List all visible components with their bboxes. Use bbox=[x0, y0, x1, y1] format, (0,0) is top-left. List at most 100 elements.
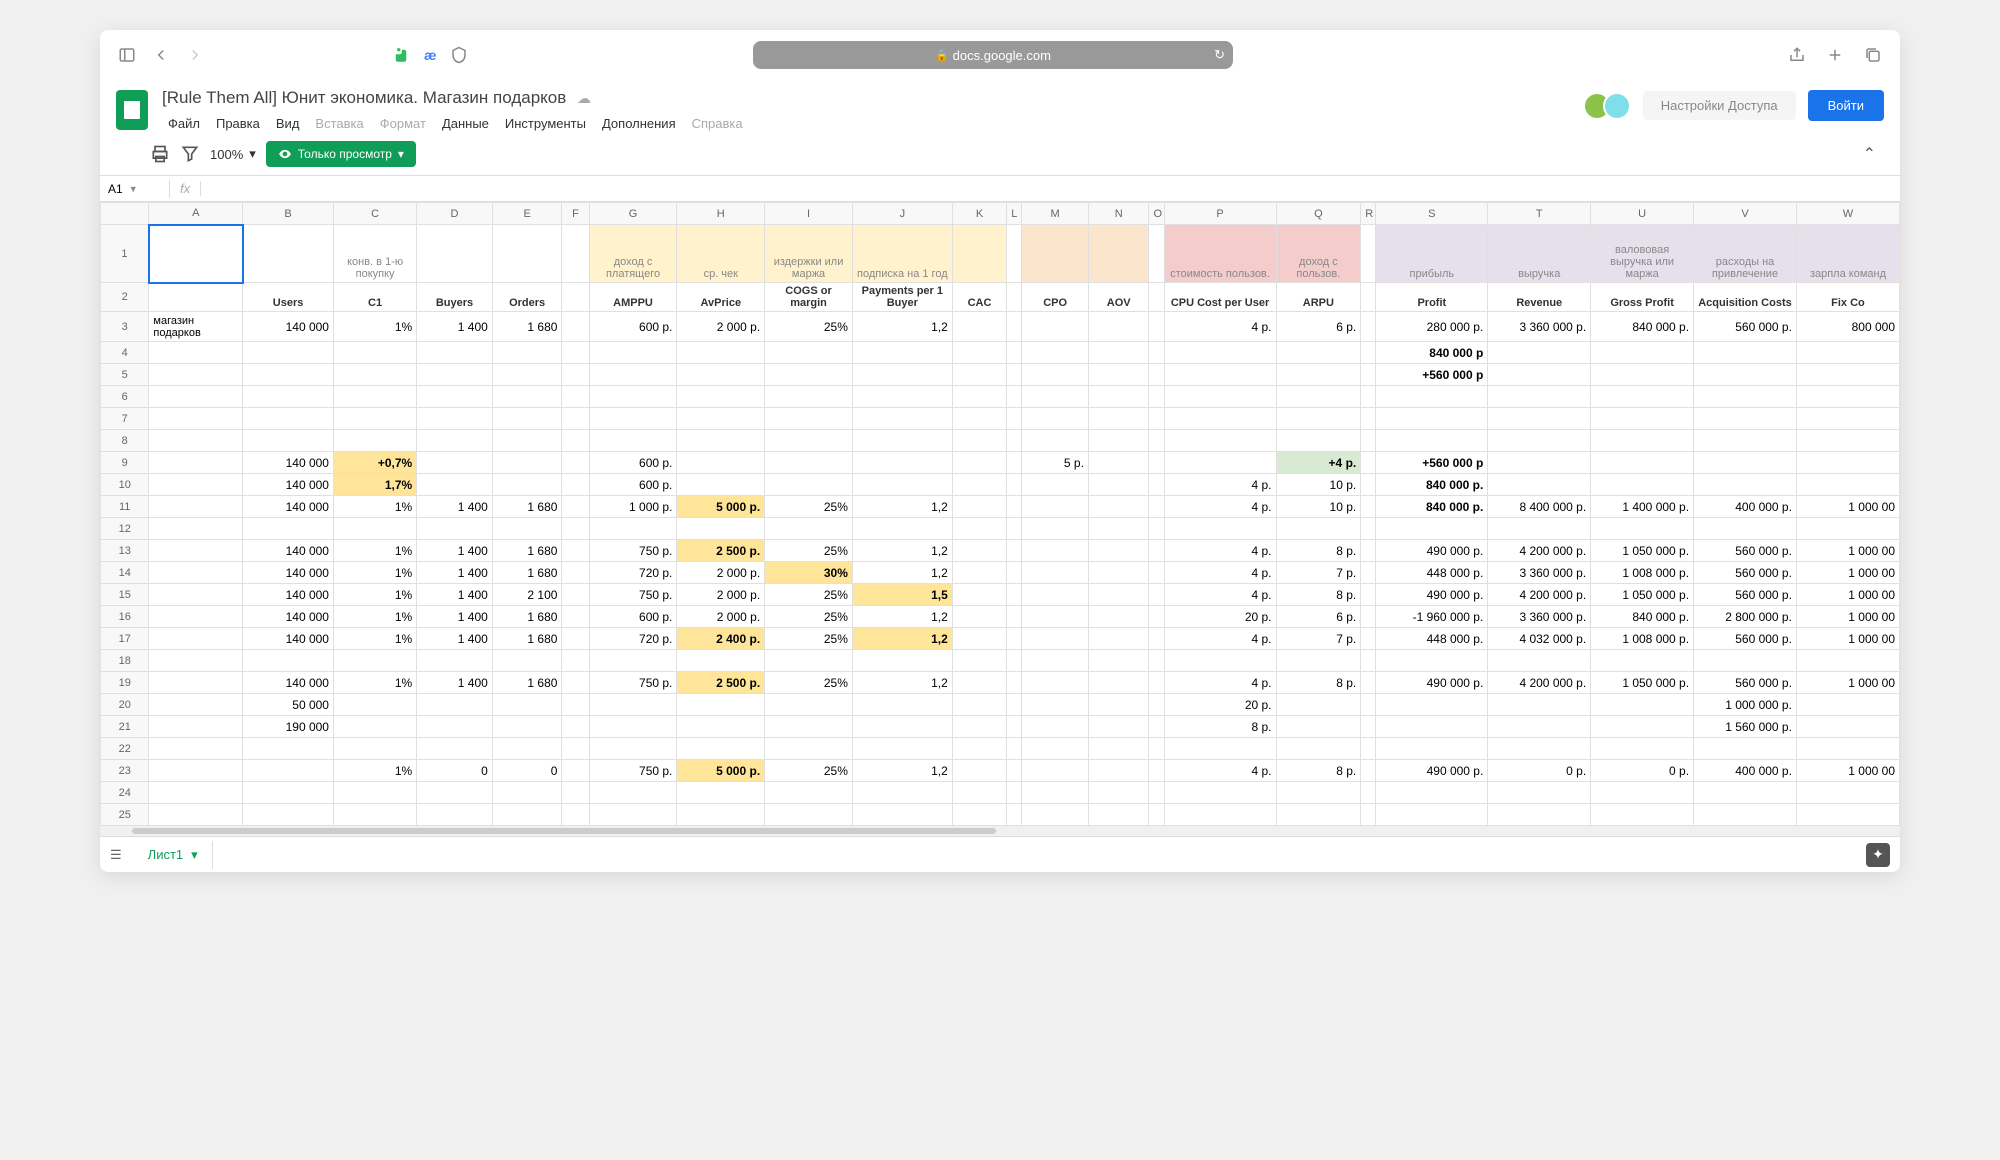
cell[interactable] bbox=[1007, 738, 1022, 760]
cell[interactable]: 1 050 000 р. bbox=[1591, 540, 1694, 562]
cell[interactable] bbox=[562, 386, 589, 408]
cell[interactable]: 1 400 bbox=[417, 628, 493, 650]
menu-item[interactable]: Инструменты bbox=[499, 112, 592, 135]
ae-extension-icon[interactable]: æ bbox=[424, 47, 436, 63]
cell[interactable] bbox=[589, 364, 677, 386]
cell[interactable] bbox=[1488, 342, 1591, 364]
cell[interactable]: 6 р. bbox=[1276, 312, 1361, 342]
cell[interactable] bbox=[1361, 496, 1376, 518]
cell[interactable] bbox=[1149, 408, 1164, 430]
cell[interactable]: AvPrice bbox=[677, 283, 765, 312]
cell[interactable] bbox=[243, 364, 334, 386]
cell[interactable] bbox=[243, 782, 334, 804]
cell[interactable] bbox=[149, 518, 243, 540]
row-header[interactable]: 4 bbox=[101, 342, 149, 364]
cell[interactable] bbox=[1007, 496, 1022, 518]
cell[interactable] bbox=[1149, 386, 1164, 408]
cell[interactable] bbox=[417, 342, 493, 364]
cell[interactable] bbox=[1088, 364, 1149, 386]
cell[interactable]: 5 000 р. bbox=[677, 760, 765, 782]
cell[interactable] bbox=[417, 386, 493, 408]
cell[interactable]: 1% bbox=[333, 628, 416, 650]
cell[interactable]: 4 р. bbox=[1164, 474, 1276, 496]
cell[interactable] bbox=[677, 474, 765, 496]
cell[interactable] bbox=[1022, 716, 1089, 738]
cell[interactable] bbox=[1007, 760, 1022, 782]
cell[interactable] bbox=[852, 694, 952, 716]
cell[interactable] bbox=[1796, 518, 1899, 540]
cell[interactable] bbox=[589, 518, 677, 540]
cell[interactable] bbox=[1361, 650, 1376, 672]
cell[interactable] bbox=[1007, 312, 1022, 342]
cell[interactable]: 25% bbox=[765, 672, 853, 694]
cell[interactable]: 1 400 bbox=[417, 562, 493, 584]
cell[interactable]: 140 000 bbox=[243, 606, 334, 628]
cell[interactable] bbox=[677, 804, 765, 826]
cell[interactable] bbox=[1361, 584, 1376, 606]
cell[interactable]: 1,5 bbox=[852, 584, 952, 606]
cell[interactable] bbox=[562, 584, 589, 606]
cell[interactable] bbox=[677, 342, 765, 364]
column-header[interactable]: N bbox=[1088, 203, 1149, 225]
cell[interactable]: 1,2 bbox=[852, 760, 952, 782]
cell[interactable] bbox=[1007, 430, 1022, 452]
cell[interactable] bbox=[1591, 694, 1694, 716]
cell[interactable] bbox=[1022, 584, 1089, 606]
cell[interactable] bbox=[492, 430, 562, 452]
cell[interactable] bbox=[149, 804, 243, 826]
cell[interactable] bbox=[1694, 408, 1797, 430]
cell[interactable] bbox=[333, 408, 416, 430]
all-sheets-icon[interactable]: ☰ bbox=[110, 847, 122, 863]
cell[interactable] bbox=[1149, 342, 1164, 364]
cell[interactable] bbox=[1088, 540, 1149, 562]
cell[interactable]: +0,7% bbox=[333, 452, 416, 474]
cell[interactable] bbox=[1149, 452, 1164, 474]
cell[interactable]: 1% bbox=[333, 672, 416, 694]
row-header[interactable]: 24 bbox=[101, 782, 149, 804]
cell[interactable]: 25% bbox=[765, 312, 853, 342]
cell[interactable] bbox=[677, 408, 765, 430]
cell[interactable]: 3 360 000 р. bbox=[1488, 606, 1591, 628]
cell[interactable]: 1 680 bbox=[492, 540, 562, 562]
cell[interactable] bbox=[1276, 364, 1361, 386]
cell[interactable]: 1 000 00 bbox=[1796, 760, 1899, 782]
cell[interactable] bbox=[1361, 540, 1376, 562]
cell[interactable] bbox=[1149, 672, 1164, 694]
cell[interactable]: 1 000 00 bbox=[1796, 496, 1899, 518]
cell[interactable] bbox=[1022, 474, 1089, 496]
menu-item[interactable]: Справка bbox=[686, 112, 749, 135]
cell[interactable]: 1% bbox=[333, 584, 416, 606]
cell[interactable] bbox=[1088, 804, 1149, 826]
cell[interactable] bbox=[589, 804, 677, 826]
cell[interactable]: 600 р. bbox=[589, 312, 677, 342]
cell[interactable] bbox=[1591, 408, 1694, 430]
collapse-toolbar-icon[interactable]: ⌃ bbox=[1863, 144, 1876, 164]
cell[interactable] bbox=[1276, 804, 1361, 826]
column-header[interactable]: F bbox=[562, 203, 589, 225]
cell[interactable] bbox=[149, 225, 243, 283]
explore-icon[interactable]: ✦ bbox=[1866, 843, 1890, 867]
cell[interactable] bbox=[1164, 342, 1276, 364]
cell[interactable] bbox=[1007, 452, 1022, 474]
cell[interactable] bbox=[1149, 474, 1164, 496]
cell[interactable] bbox=[492, 452, 562, 474]
cell[interactable]: 140 000 bbox=[243, 562, 334, 584]
cell[interactable] bbox=[243, 804, 334, 826]
cell[interactable] bbox=[1149, 650, 1164, 672]
cell[interactable]: 4 р. bbox=[1164, 628, 1276, 650]
cell[interactable] bbox=[149, 283, 243, 312]
cell[interactable]: Gross Profit bbox=[1591, 283, 1694, 312]
cell[interactable]: 4 032 000 р. bbox=[1488, 628, 1591, 650]
cell[interactable]: 50 000 bbox=[243, 694, 334, 716]
cell[interactable] bbox=[1796, 716, 1899, 738]
cell[interactable] bbox=[1361, 606, 1376, 628]
cell[interactable] bbox=[1361, 738, 1376, 760]
cell[interactable]: 1 000 р. bbox=[589, 496, 677, 518]
cell[interactable] bbox=[1149, 562, 1164, 584]
cell[interactable] bbox=[952, 386, 1006, 408]
cell[interactable] bbox=[1488, 408, 1591, 430]
cell[interactable] bbox=[1149, 518, 1164, 540]
cell[interactable] bbox=[1276, 408, 1361, 430]
cell[interactable] bbox=[1376, 430, 1488, 452]
cell[interactable] bbox=[562, 452, 589, 474]
